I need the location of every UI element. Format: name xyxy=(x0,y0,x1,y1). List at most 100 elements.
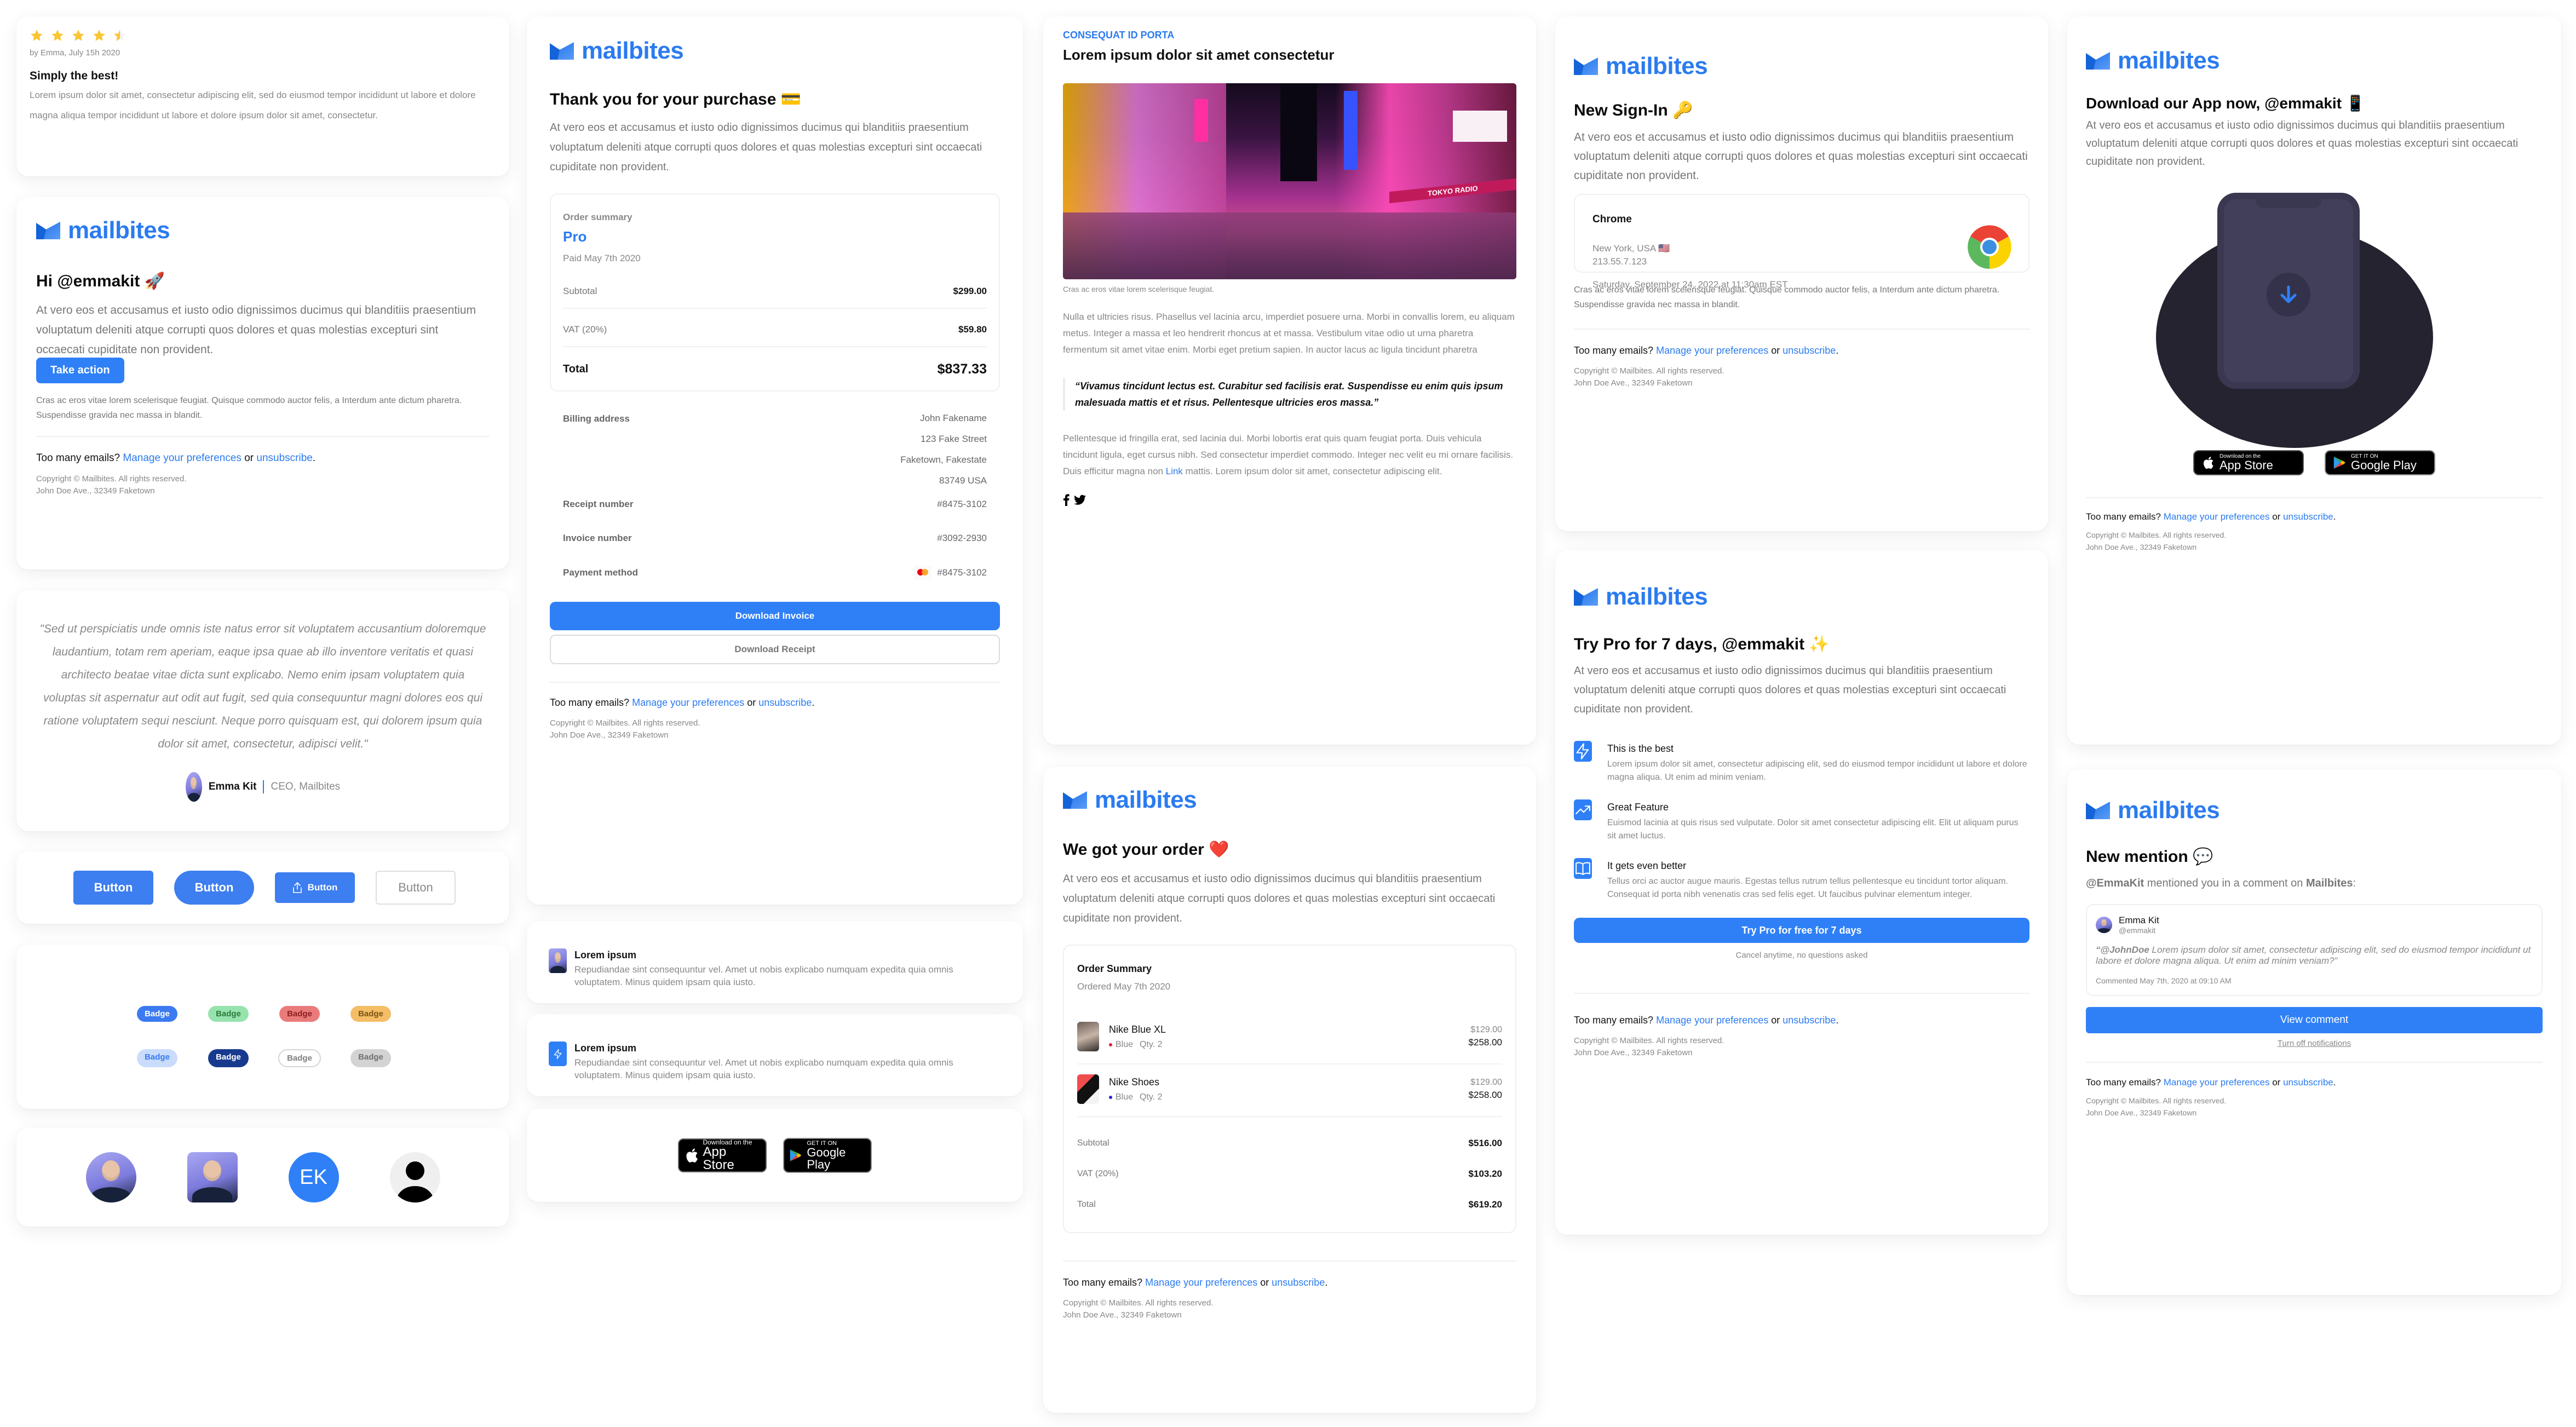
turn-off-wrap: Turn off notifications xyxy=(2086,1039,2543,1049)
manage-preferences-link[interactable]: Manage your preferences xyxy=(1656,1015,1768,1026)
download-invoice-button[interactable]: Download Invoice xyxy=(550,602,1000,630)
unsubscribe-link[interactable]: unsubscribe xyxy=(1783,345,1836,356)
order-summary-box: Order Summary Ordered May 7th 2020 Nike … xyxy=(1063,945,1516,1233)
brand-name: mailbites xyxy=(68,217,170,244)
receipt-label: Receipt number xyxy=(563,499,634,509)
feature-icon-tile xyxy=(1574,799,1592,820)
trial-title: Try Pro for 7 days, @emmakit ✨ xyxy=(1574,635,1830,653)
footer-or: or xyxy=(244,452,254,464)
footer-divider xyxy=(1063,1261,1516,1262)
email-footer: Too many emails? Manage your preferences… xyxy=(1063,1277,1516,1288)
footer-divider xyxy=(2086,1062,2543,1063)
brand-logo: mailbites xyxy=(1063,786,1516,814)
google-play-big-text: Google Play xyxy=(807,1145,846,1171)
copyright-line: Copyright © Mailbites. All rights reserv… xyxy=(1063,1298,1214,1308)
footer-or: or xyxy=(1771,345,1780,356)
footer-divider xyxy=(36,436,490,437)
footer-period: . xyxy=(1325,1277,1328,1288)
payment-label: Payment method xyxy=(563,567,638,578)
copyright-line: Copyright © Mailbites. All rights reserv… xyxy=(1574,1036,1724,1045)
product-color: Blue xyxy=(1116,1039,1134,1049)
inline-link[interactable]: Link xyxy=(1166,466,1183,476)
comment-author-name: Emma Kit xyxy=(2119,915,2159,925)
unsubscribe-link[interactable]: unsubscribe xyxy=(2283,1077,2333,1087)
mention-summary: @EmmaKit mentioned you in a comment on M… xyxy=(2086,877,2543,890)
manage-preferences-link[interactable]: Manage your preferences xyxy=(632,697,744,708)
color-dot xyxy=(1109,1043,1112,1046)
product-meta: Blue Qty. 2 xyxy=(1109,1040,1459,1050)
email-footer: Too many emails? Manage your preferences… xyxy=(1574,345,2029,356)
manage-preferences-link[interactable]: Manage your preferences xyxy=(1656,345,1768,356)
vat-value: $59.80 xyxy=(958,324,987,335)
email-footer: Too many emails? Manage your preferences… xyxy=(36,452,490,464)
comment-mention: “@JohnDoe xyxy=(2096,945,2149,955)
list-item-body: Repudiandae sint consequuntur vel. Amet … xyxy=(574,1057,953,1080)
app-store-button[interactable]: Download on the App Store xyxy=(2193,450,2304,475)
brand-logo: mailbites xyxy=(1574,53,2029,80)
try-pro-button[interactable]: Try Pro for free for 7 days xyxy=(1574,918,2029,943)
product-qty: Qty. 2 xyxy=(1140,1092,1163,1102)
order-total-row: Subtotal $516.00 xyxy=(1077,1121,1502,1149)
copyright-line: Copyright © Mailbites. All rights reserv… xyxy=(2086,1096,2227,1105)
view-comment-button[interactable]: View comment xyxy=(2086,1007,2543,1033)
unsubscribe-link[interactable]: unsubscribe xyxy=(256,452,312,464)
button-with-icon[interactable]: Button xyxy=(275,872,355,903)
trending-up-icon xyxy=(1574,800,1592,820)
brand-name: mailbites xyxy=(1095,786,1197,813)
button-pill[interactable]: Button xyxy=(174,871,254,905)
total-line-label: VAT (20%) xyxy=(1077,1169,1119,1178)
feature-item: It gets even better Tellus orci ac auctor… xyxy=(1574,858,2029,901)
lightning-icon xyxy=(553,1048,564,1061)
manage-preferences-link[interactable]: Manage your preferences xyxy=(1145,1277,1257,1288)
badge: Badge xyxy=(350,1006,391,1022)
unsubscribe-link[interactable]: unsubscribe xyxy=(1783,1015,1836,1026)
payment-method-row: Payment method #8475-3102 xyxy=(563,566,987,580)
mention-target: Mailbites xyxy=(2305,877,2353,889)
take-action-cta[interactable]: Take action xyxy=(36,358,124,383)
footer-or: or xyxy=(1771,1015,1780,1026)
mailbites-logo-icon xyxy=(550,42,574,60)
footer-or: or xyxy=(2272,1077,2281,1087)
signin-ip: 213.55.7.123 xyxy=(1592,256,1647,267)
download-receipt-button[interactable]: Download Receipt xyxy=(550,635,1000,664)
apple-icon xyxy=(685,1147,698,1164)
product-thumbnail xyxy=(1077,1022,1099,1051)
signin-lead: At vero eos et accusamus et iusto odio d… xyxy=(1574,131,2028,182)
comment-box: Emma Kit @emmakit “@JohnDoe Lorem ipsum … xyxy=(2086,904,2543,996)
buttons-showcase-card: Button Button Button Button xyxy=(16,851,509,924)
arrow-down-icon xyxy=(2280,285,2297,303)
line-total: $258.00 xyxy=(1468,1090,1502,1100)
manage-preferences-link[interactable]: Manage your preferences xyxy=(123,452,242,464)
footer-divider xyxy=(1574,993,2029,994)
comment-quote: “@JohnDoe Lorem ipsum dolor sit amet, co… xyxy=(2096,945,2533,966)
testimonial-author: Emma Kit CEO, Mailbites xyxy=(38,772,487,802)
welcome-title: Hi @emmakit 🚀 xyxy=(36,272,165,290)
cancel-note: Cancel anytime, no questions asked xyxy=(1735,951,1868,960)
unsubscribe-link[interactable]: unsubscribe xyxy=(1272,1277,1325,1288)
product-name: Nike Shoes xyxy=(1109,1076,1160,1087)
turn-off-notifications-link[interactable]: Turn off notifications xyxy=(2278,1039,2351,1048)
star-full-icon xyxy=(31,30,43,41)
unsubscribe-link[interactable]: unsubscribe xyxy=(758,697,812,708)
article-hero-image: TOKYO RADIO xyxy=(1063,83,1516,279)
facebook-icon[interactable] xyxy=(1063,494,1070,509)
google-play-button[interactable]: GET IT ON Google Play xyxy=(2325,450,2435,475)
copyright: Copyright © Mailbites. All rights reserv… xyxy=(1063,1297,1516,1321)
subtotal-row: Subtotal $299.00 xyxy=(563,286,987,309)
billing-details: Billing address John Fakename 123 Fake St… xyxy=(550,413,1000,580)
twitter-icon[interactable] xyxy=(1074,494,1086,508)
google-play-button[interactable]: GET IT ON Google Play xyxy=(783,1138,872,1173)
brand-name: mailbites xyxy=(1606,53,1708,79)
product-qty: Qty. 2 xyxy=(1140,1039,1163,1049)
feature-text: Great Feature Euismod lacinia at quis ris… xyxy=(1607,799,2029,843)
copyright: Copyright © Mailbites. All rights reserv… xyxy=(2086,529,2543,553)
button-square[interactable]: Button xyxy=(73,871,153,905)
footer-period: . xyxy=(312,452,316,464)
manage-preferences-link[interactable]: Manage your preferences xyxy=(2164,1077,2270,1087)
article-paragraph-1: Nulla et ultricies risus. Phasellus vel … xyxy=(1063,312,1515,355)
share-icon xyxy=(292,882,302,893)
badge: Badge xyxy=(208,1049,249,1067)
button-outline[interactable]: Button xyxy=(376,871,456,905)
app-store-button[interactable]: Download on the App Store xyxy=(678,1138,767,1172)
footer-period: . xyxy=(1836,345,1839,356)
